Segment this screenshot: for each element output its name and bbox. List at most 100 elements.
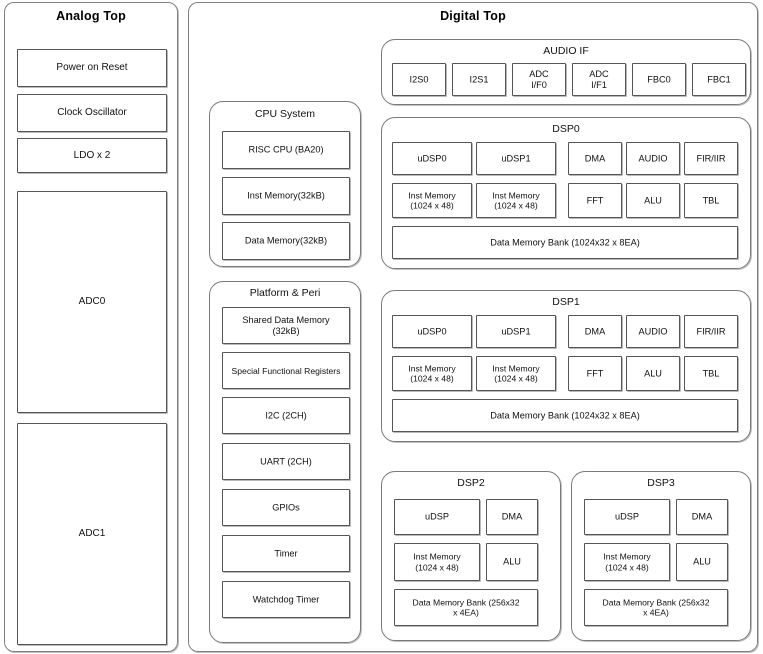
digital-top-container: Digital Top CPU System RISC CPU (BA20) I…	[188, 2, 758, 652]
peri-block-watchdog-timer: Watchdog Timer	[222, 581, 350, 618]
analog-block-adc1: ADC1	[17, 423, 167, 645]
dsp0-block-inst-memory-0: Inst Memory (1024 x 48)	[392, 183, 472, 218]
dsp1-block-fft: FFT	[568, 356, 622, 391]
dsp2-block-data-memory-bank: Data Memory Bank (256x32 x 4EA)	[394, 589, 538, 626]
analog-block-label: Clock Oscillator	[57, 107, 127, 118]
dsp3-title: DSP3	[647, 477, 675, 489]
analog-block-power-on-reset: Power on Reset	[17, 49, 167, 87]
dsp3-block-label: uDSP	[614, 511, 639, 522]
cpu-system-title: CPU System	[254, 108, 316, 120]
peri-block-label: Special Functional Registers	[231, 365, 341, 376]
dsp0-block-label: DMA	[584, 153, 606, 163]
dsp2-block-label: Inst Memory (1024 x 48)	[413, 551, 461, 573]
dsp3-block-udsp: uDSP	[584, 499, 670, 535]
dsp2-block-inst-memory: Inst Memory (1024 x 48)	[394, 543, 480, 581]
peri-block-label: GPIOs	[272, 502, 300, 512]
dsp1-block-dma: DMA	[568, 315, 622, 348]
audio-if-block-label: ADC I/F1	[589, 68, 609, 90]
peri-block-label: Shared Data Memory (32kB)	[242, 314, 330, 336]
dsp1-block-label: AUDIO	[638, 326, 668, 336]
dsp1-block-audio: AUDIO	[626, 315, 680, 348]
dsp0-block-label: Inst Memory (1024 x 48)	[408, 190, 456, 211]
cpu-block-label: Data Memory(32kB)	[244, 235, 328, 246]
dsp2-block-label: Data Memory Bank (256x32 x 4EA)	[412, 597, 520, 618]
analog-block-label: LDO x 2	[73, 149, 111, 161]
dsp0-block-label: TBL	[702, 195, 720, 205]
dsp1-block-label: uDSP1	[501, 326, 531, 336]
dsp0-block-inst-memory-1: Inst Memory (1024 x 48)	[476, 183, 556, 218]
dsp1-block-label: DMA	[584, 326, 606, 336]
dsp1-block-label: uDSP0	[417, 326, 447, 336]
dsp3-group: DSP3 uDSP DMA Inst Memory (1024 x 48) AL…	[571, 471, 751, 641]
audio-if-block-i2s1: I2S1	[452, 63, 506, 96]
audio-if-title: AUDIO IF	[543, 45, 589, 57]
cpu-system-group: CPU System RISC CPU (BA20) Inst Memory(3…	[209, 101, 361, 267]
dsp3-block-label: Inst Memory (1024 x 48)	[603, 551, 651, 573]
analog-block-label: ADC1	[78, 528, 106, 539]
analog-block-adc0: ADC0	[17, 191, 167, 413]
analog-top-container: Analog Top Power on Reset Clock Oscillat…	[4, 2, 178, 652]
dsp1-title: DSP1	[552, 296, 580, 308]
audio-if-block-i2s0: I2S0	[392, 63, 446, 96]
peri-block-i2c: I2C (2CH)	[222, 397, 350, 434]
dsp1-block-label: Inst Memory (1024 x 48)	[408, 363, 456, 384]
dsp0-block-udsp1: uDSP1	[476, 142, 556, 175]
digital-top-title: Digital Top	[440, 9, 506, 23]
dsp0-block-label: ALU	[644, 195, 662, 205]
audio-if-block-label: FBC0	[647, 74, 671, 84]
dsp0-title: DSP0	[552, 123, 580, 135]
audio-if-block-label: I2S1	[469, 74, 489, 84]
cpu-block-inst-memory: Inst Memory(32kB)	[222, 177, 350, 215]
dsp2-block-label: uDSP	[424, 511, 449, 522]
dsp1-block-inst-memory-0: Inst Memory (1024 x 48)	[392, 356, 472, 391]
dsp1-block-label: Inst Memory (1024 x 48)	[492, 363, 540, 384]
dsp1-block-label: ALU	[644, 368, 662, 378]
dsp0-block-label: Inst Memory (1024 x 48)	[492, 190, 540, 211]
dsp3-block-label: DMA	[691, 511, 713, 522]
dsp2-block-dma: DMA	[486, 499, 538, 535]
analog-block-label: Power on Reset	[56, 62, 128, 73]
dsp3-block-alu: ALU	[676, 543, 728, 581]
audio-if-group: AUDIO IF I2S0 I2S1 ADC I/F0 ADC I/F1 FBC…	[381, 39, 751, 105]
dsp1-block-udsp1: uDSP1	[476, 315, 556, 348]
dsp0-group: DSP0 uDSP0 uDSP1 DMA AUDIO FIR/IIR Inst …	[381, 117, 751, 269]
dsp1-block-label: FIR/IIR	[696, 326, 726, 336]
dsp0-block-label: FFT	[586, 195, 604, 205]
dsp2-block-udsp: uDSP	[394, 499, 480, 535]
dsp3-block-inst-memory: Inst Memory (1024 x 48)	[584, 543, 670, 581]
cpu-block-label: Inst Memory(32kB)	[247, 190, 325, 201]
audio-if-block-label: I2S0	[409, 74, 429, 84]
peri-block-label: Timer	[274, 548, 298, 558]
audio-if-block-adc-if1: ADC I/F1	[572, 63, 626, 96]
dsp1-block-label: Data Memory Bank (1024x32 x 8EA)	[490, 410, 640, 420]
audio-if-block-adc-if0: ADC I/F0	[512, 63, 566, 96]
dsp0-block-dma: DMA	[568, 142, 622, 175]
analog-block-ldo: LDO x 2	[17, 138, 167, 173]
audio-if-block-label: FBC1	[707, 74, 731, 84]
dsp0-block-fir-iir: FIR/IIR	[684, 142, 738, 175]
dsp1-block-inst-memory-1: Inst Memory (1024 x 48)	[476, 356, 556, 391]
dsp0-block-label: FIR/IIR	[696, 153, 726, 163]
dsp1-block-label: TBL	[702, 368, 720, 378]
dsp1-block-fir-iir: FIR/IIR	[684, 315, 738, 348]
dsp1-block-udsp0: uDSP0	[392, 315, 472, 348]
platform-peri-group: Platform & Peri Shared Data Memory (32kB…	[209, 281, 361, 643]
dsp1-block-tbl: TBL	[684, 356, 738, 391]
peri-block-label: Watchdog Timer	[252, 594, 320, 604]
dsp2-group: DSP2 uDSP DMA Inst Memory (1024 x 48) AL…	[381, 471, 561, 641]
dsp3-block-label: ALU	[693, 556, 711, 567]
dsp1-block-alu: ALU	[626, 356, 680, 391]
dsp0-block-tbl: TBL	[684, 183, 738, 218]
dsp2-block-alu: ALU	[486, 543, 538, 581]
peri-block-label: I2C (2CH)	[265, 410, 307, 420]
dsp1-block-label: FFT	[586, 368, 604, 378]
cpu-block-risc-cpu: RISC CPU (BA20)	[222, 131, 350, 169]
dsp0-block-audio: AUDIO	[626, 142, 680, 175]
analog-top-title: Analog Top	[56, 9, 126, 23]
dsp0-block-label: uDSP1	[501, 153, 531, 163]
peri-block-label: UART (2CH)	[260, 456, 312, 466]
peri-block-shared-data-memory: Shared Data Memory (32kB)	[222, 307, 350, 344]
peri-block-timer: Timer	[222, 535, 350, 572]
dsp1-group: DSP1 uDSP0 uDSP1 DMA AUDIO FIR/IIR Inst …	[381, 290, 751, 442]
analog-block-clock-oscillator: Clock Oscillator	[17, 94, 167, 132]
